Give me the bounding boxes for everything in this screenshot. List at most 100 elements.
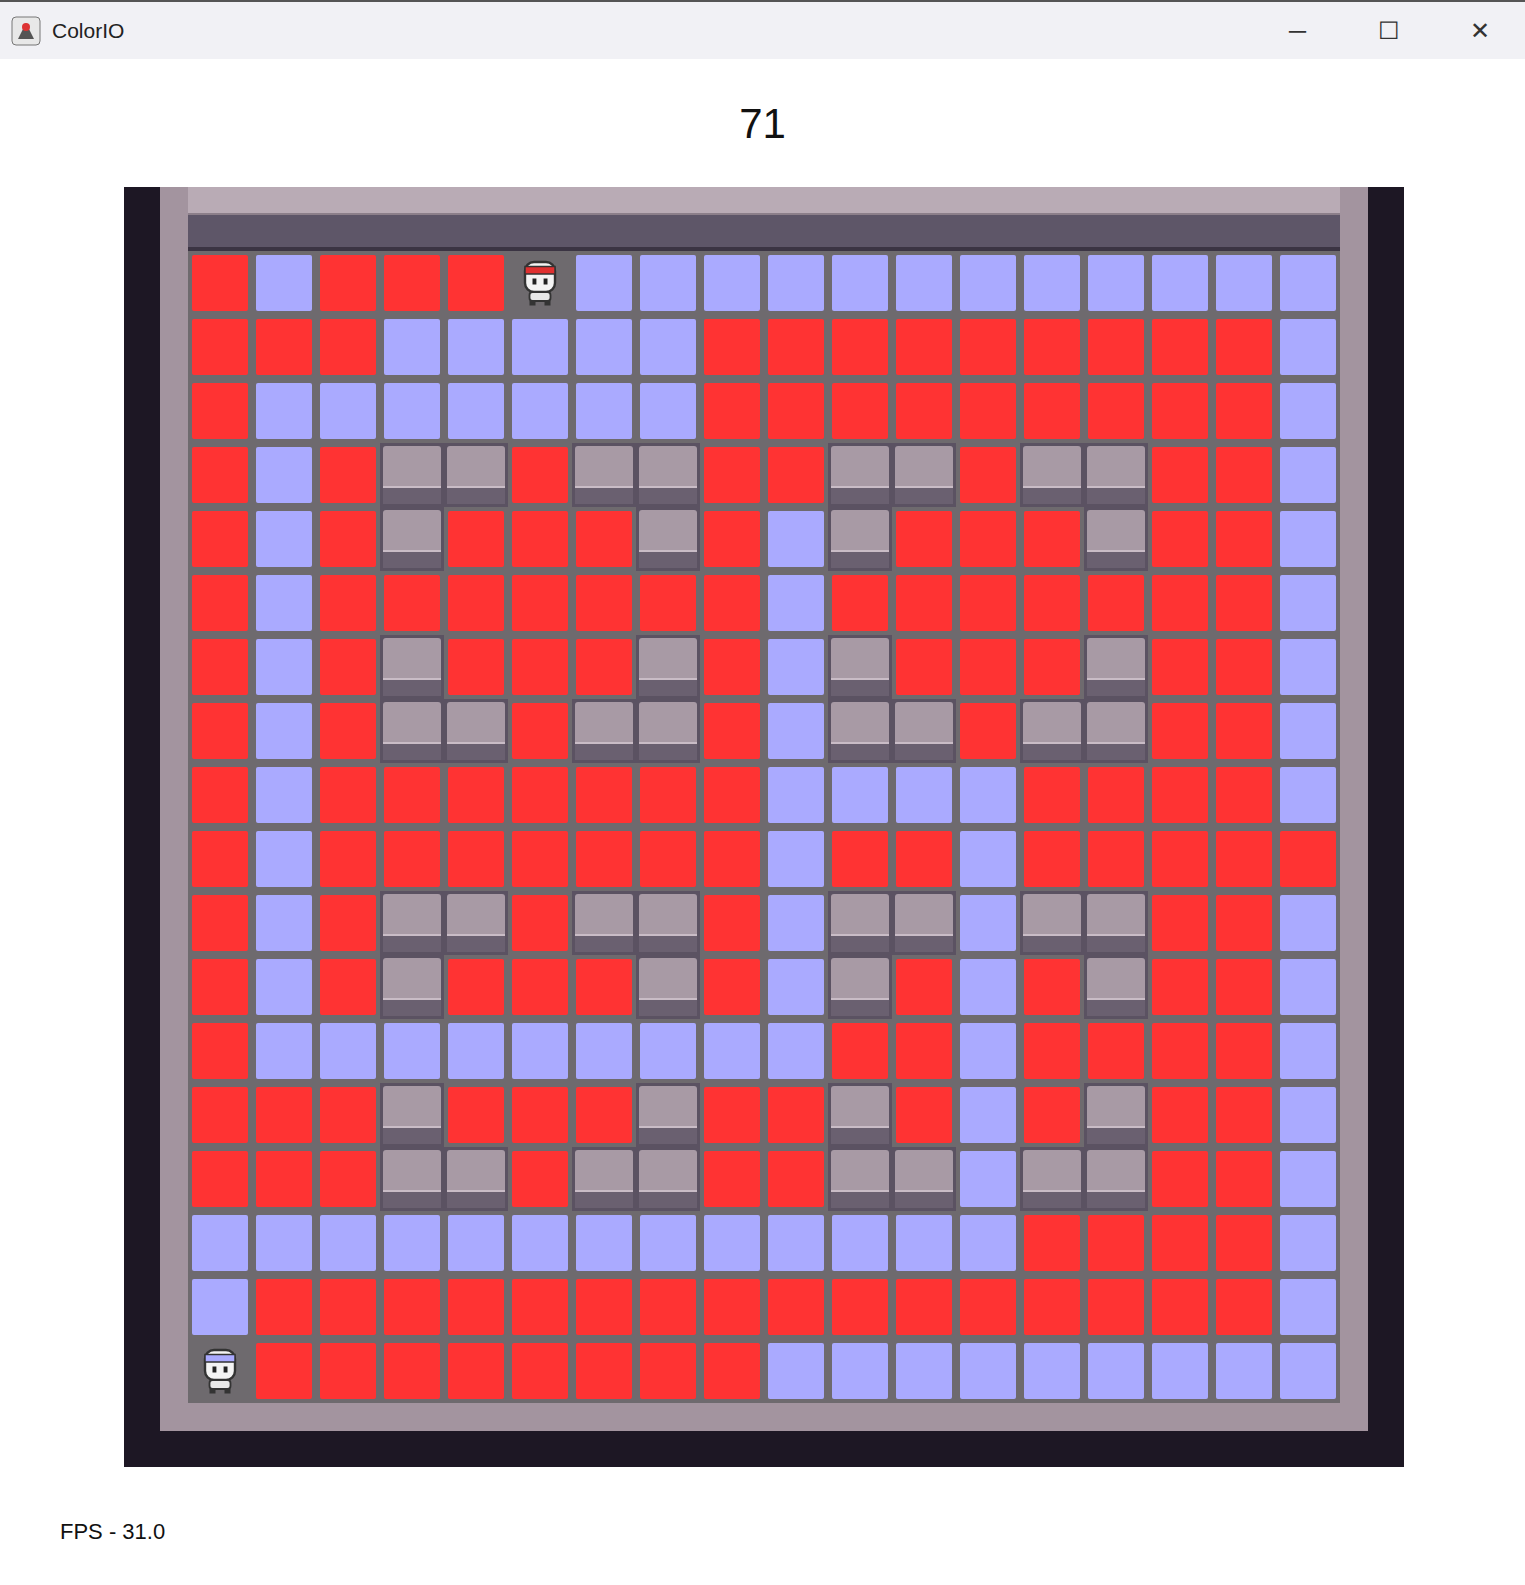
floor-tile <box>1276 443 1340 507</box>
floor-tile <box>700 635 764 699</box>
fps-label: FPS - 31.0 <box>0 1467 1525 1548</box>
floor-tile <box>956 955 1020 1019</box>
floor-tile <box>1084 379 1148 443</box>
floor-tile <box>764 1147 828 1211</box>
floor-tile <box>1148 507 1212 571</box>
floor-tile <box>892 1339 956 1403</box>
floor-tile <box>1020 955 1084 1019</box>
floor-tile <box>252 443 316 507</box>
floor-tile <box>956 891 1020 955</box>
floor-tile <box>956 763 1020 827</box>
floor-tile <box>1276 1211 1340 1275</box>
floor-tile <box>380 251 444 315</box>
floor-tile <box>828 1275 892 1339</box>
floor-tile <box>316 315 380 379</box>
floor-tile <box>1020 827 1084 891</box>
floor-tile <box>444 507 508 571</box>
wall-block <box>444 891 508 955</box>
tile-grid <box>188 251 1340 1403</box>
wall-block <box>1020 891 1084 955</box>
floor-tile <box>828 1211 892 1275</box>
floor-tile <box>764 251 828 315</box>
window-control-button[interactable]: ✕ <box>1434 2 1525 59</box>
floor-tile <box>252 699 316 763</box>
wall-block <box>828 443 892 507</box>
floor-tile <box>1212 443 1276 507</box>
window-control-button[interactable]: ─ <box>1252 2 1343 59</box>
floor-tile <box>956 1019 1020 1083</box>
floor-tile <box>444 251 508 315</box>
floor-tile <box>316 1211 380 1275</box>
floor-tile <box>764 1019 828 1083</box>
wall-block <box>1084 699 1148 763</box>
wall-block <box>828 507 892 571</box>
floor-tile <box>252 507 316 571</box>
wall-block <box>444 699 508 763</box>
floor-tile <box>892 955 956 1019</box>
floor-tile <box>1020 763 1084 827</box>
floor-tile <box>188 379 252 443</box>
wall-block <box>1084 443 1148 507</box>
wall-block <box>572 443 636 507</box>
floor-tile <box>1276 1275 1340 1339</box>
floor-tile <box>572 955 636 1019</box>
floor-tile <box>188 891 252 955</box>
floor-tile <box>636 1275 700 1339</box>
floor-tile <box>892 315 956 379</box>
floor-tile <box>572 315 636 379</box>
floor-tile <box>828 571 892 635</box>
wall-block <box>380 635 444 699</box>
floor-tile <box>1020 507 1084 571</box>
wall-block <box>636 1147 700 1211</box>
wall-block <box>380 891 444 955</box>
floor-tile <box>1212 1083 1276 1147</box>
floor-tile <box>252 891 316 955</box>
floor-tile <box>1276 507 1340 571</box>
floor-tile <box>1212 507 1276 571</box>
floor-tile <box>316 1275 380 1339</box>
floor-tile <box>316 635 380 699</box>
floor-tile <box>700 891 764 955</box>
floor-tile <box>1148 315 1212 379</box>
floor-tile <box>444 763 508 827</box>
floor-tile <box>828 251 892 315</box>
floor-tile <box>444 1083 508 1147</box>
wall-block <box>1084 1147 1148 1211</box>
wall-block <box>380 507 444 571</box>
floor-tile <box>572 1275 636 1339</box>
floor-tile <box>252 1083 316 1147</box>
floor-tile <box>956 1339 1020 1403</box>
score: 71 <box>0 59 1525 187</box>
floor-tile <box>252 1275 316 1339</box>
window-control-button[interactable]: ☐ <box>1343 2 1434 59</box>
floor-tile <box>1020 251 1084 315</box>
floor-tile <box>508 1019 572 1083</box>
floor-tile <box>572 507 636 571</box>
floor-tile <box>1148 1147 1212 1211</box>
floor-tile <box>636 763 700 827</box>
wall-block <box>572 699 636 763</box>
floor-tile <box>1148 635 1212 699</box>
floor-tile <box>188 1147 252 1211</box>
floor-tile <box>1212 1275 1276 1339</box>
floor-tile <box>316 379 380 443</box>
floor-tile <box>508 891 572 955</box>
floor-tile <box>1084 315 1148 379</box>
floor-tile <box>892 827 956 891</box>
floor-tile <box>1212 251 1276 315</box>
floor-tile <box>508 699 572 763</box>
wall-block <box>636 699 700 763</box>
floor-tile <box>444 1211 508 1275</box>
floor-tile <box>252 571 316 635</box>
floor-tile <box>508 1211 572 1275</box>
floor-tile <box>892 1019 956 1083</box>
floor-tile <box>828 763 892 827</box>
floor-tile <box>1276 699 1340 763</box>
floor-tile <box>1276 1019 1340 1083</box>
floor-tile <box>444 1019 508 1083</box>
floor-tile <box>508 955 572 1019</box>
floor-tile <box>700 827 764 891</box>
floor-tile <box>316 1147 380 1211</box>
floor-tile <box>572 571 636 635</box>
floor-tile <box>188 1019 252 1083</box>
